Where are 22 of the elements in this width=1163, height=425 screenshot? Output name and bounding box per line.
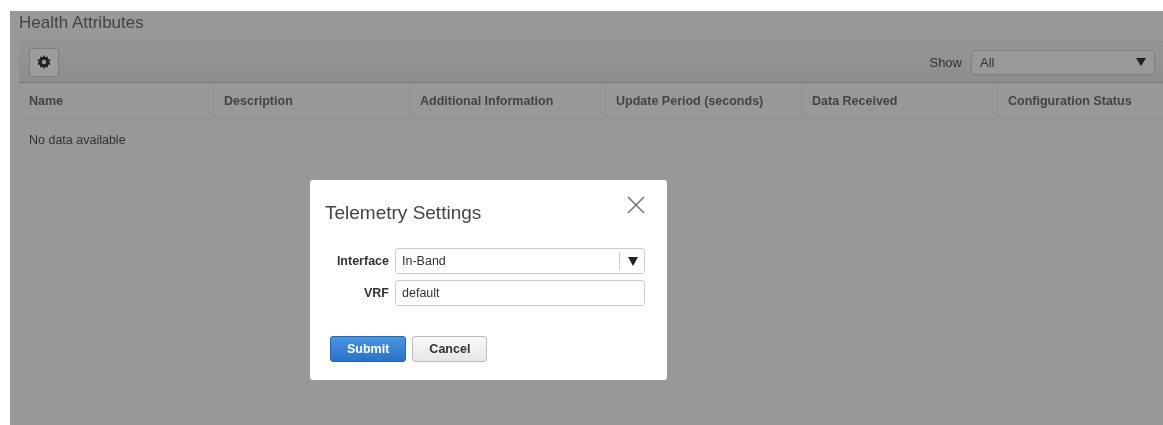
column-header: Additional Information: [410, 83, 606, 118]
dialog-title: Telemetry Settings: [325, 202, 482, 224]
field-label: Interface: [335, 254, 390, 268]
column-header: Data Received: [802, 83, 998, 118]
caret-icon: [1136, 58, 1146, 66]
select-field[interactable]: In-Band: [395, 248, 645, 274]
input-field[interactable]: default: [395, 280, 645, 306]
empty-message: No data available: [28, 132, 127, 149]
column-header: Name: [19, 83, 214, 118]
field-label: VRF: [363, 286, 390, 300]
settings-button[interactable]: [29, 47, 59, 77]
show-dropdown[interactable]: All: [971, 49, 1155, 75]
cancel-button[interactable]: Cancel: [412, 336, 488, 362]
submit-button[interactable]: Submit: [330, 336, 407, 362]
column-header: Update Period (seconds): [606, 83, 802, 118]
caret-icon: [628, 256, 638, 266]
show-label: Show: [929, 54, 962, 70]
close-icon[interactable]: [627, 196, 645, 214]
column-header: Configuration Status: [1007, 92, 1133, 110]
page-title: Health Attributes: [19, 12, 145, 34]
settings-icon: [37, 55, 51, 69]
column-header: Description: [214, 83, 410, 118]
